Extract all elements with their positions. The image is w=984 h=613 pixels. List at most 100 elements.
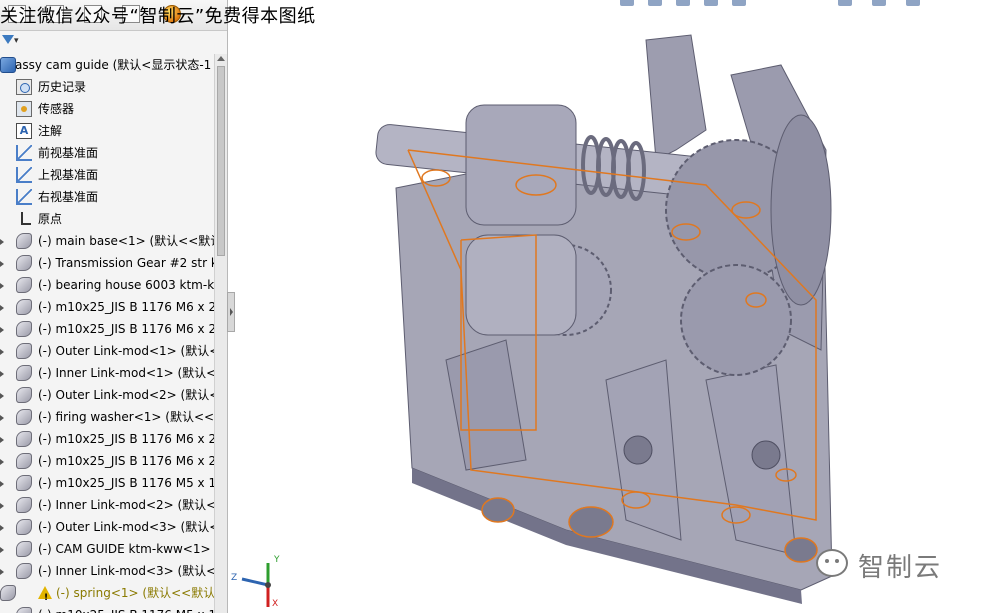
tree-item[interactable]: (-) m10x25_JIS B 1176 M6 x 2	[0, 296, 214, 318]
triad-z-label: Z	[231, 573, 238, 583]
bearing-house-lower	[465, 234, 577, 336]
part-icon	[16, 453, 32, 469]
expand-arrow-icon[interactable]	[0, 261, 4, 267]
expand-arrow-icon[interactable]	[0, 305, 4, 311]
part-icon	[16, 365, 32, 381]
tree-item-label: (-) m10x25_JIS B 1176 M6 x 2	[38, 300, 214, 314]
cam-disk	[770, 114, 832, 306]
tree-scrollbar[interactable]	[214, 54, 227, 613]
tree-item[interactable]: 原点	[0, 208, 214, 230]
tree-item-label: (-) bearing house 6003 ktm-kw	[38, 278, 214, 292]
part-icon	[16, 255, 32, 271]
tree-item-label: 前视基准面	[38, 146, 99, 160]
assembly-model-render[interactable]	[236, 0, 984, 613]
tree-item-label: 上视基准面	[38, 168, 99, 182]
expand-arrow-icon[interactable]	[0, 481, 4, 487]
expand-arrow-icon[interactable]	[0, 437, 4, 443]
tree-item[interactable]: A 注解	[0, 120, 214, 142]
graphics-viewport[interactable]: 智制云	[236, 0, 984, 613]
triad-y-label: Y	[274, 555, 280, 565]
tree-item-label: (-) m10x25_JIS B 1176 M6 x 2	[38, 454, 214, 468]
tree-item[interactable]: (-) Outer Link-mod<2> (默认<	[0, 384, 214, 406]
expand-arrow-icon[interactable]	[0, 569, 4, 575]
part-icon	[16, 475, 32, 491]
tree-item[interactable]: (-) m10x25_JIS B 1176 M6 x 2	[0, 450, 214, 472]
assembly-icon	[0, 57, 16, 73]
expand-arrow-icon[interactable]	[0, 525, 4, 531]
expand-arrow-icon[interactable]	[0, 459, 4, 465]
expand-arrow-icon[interactable]	[0, 547, 4, 553]
part-icon	[16, 409, 32, 425]
tree-item[interactable]: (-) Outer Link-mod<3> (默认<	[0, 516, 214, 538]
tree-item[interactable]: (-) Inner Link-mod<3> (默认<	[0, 560, 214, 582]
tree-item-label: (-) Inner Link-mod<2> (默认<	[38, 498, 214, 512]
tree-item[interactable]: 历史记录	[0, 76, 214, 98]
tree-item[interactable]: (-) Outer Link-mod<1> (默认<	[0, 340, 214, 362]
scroll-up-icon[interactable]	[217, 56, 225, 61]
tree-item[interactable]: 右视基准面	[0, 186, 214, 208]
annotation-icon: A	[16, 123, 32, 139]
tree-item[interactable]: (-) firing washer<1> (默认<<默	[0, 406, 214, 428]
part-icon	[16, 541, 32, 557]
tree-item-label: 历史记录	[38, 80, 87, 94]
tree-item-label: (-) m10x25_JIS B 1176 M5 x 1	[38, 476, 214, 490]
tree-item[interactable]: (-) bearing house 6003 ktm-kw	[0, 274, 214, 296]
tree-item[interactable]: (-) Inner Link-mod<1> (默认<	[0, 362, 214, 384]
history-icon	[16, 79, 32, 95]
tree-item-label: (-) spring<1> (默认<<默认	[56, 586, 214, 600]
tree-item[interactable]: (-) CAM GUIDE ktm-kww<1>	[0, 538, 214, 560]
scroll-thumb[interactable]	[217, 66, 225, 256]
tree-item[interactable]: (-) Inner Link-mod<2> (默认<	[0, 494, 214, 516]
part-icon	[16, 387, 32, 403]
wechat-watermark-text: 关注微信公众号“智制云”免费得本图纸	[0, 6, 316, 27]
tree-item[interactable]: (-) m10x25_JIS B 1176 M6 x 2	[0, 318, 214, 340]
brand-watermark: 智制云	[816, 545, 976, 585]
plane-icon	[16, 145, 32, 161]
expand-arrow-icon[interactable]	[0, 283, 4, 289]
tree-item-label: (-) Outer Link-mod<3> (默认<	[38, 520, 214, 534]
tree-item[interactable]: 前视基准面	[0, 142, 214, 164]
tree-item[interactable]: ! (-) spring<1> (默认<<默认	[0, 582, 214, 604]
tree-item[interactable]: (-) Transmission Gear #2 str k	[0, 252, 214, 274]
tree-item-label: assy cam guide (默认<显示状态-1	[15, 58, 212, 72]
tree-item-label: 原点	[38, 212, 63, 226]
expand-arrow-icon[interactable]	[0, 393, 4, 399]
part-icon	[16, 321, 32, 337]
warning-mark: !	[44, 593, 49, 603]
gear-lower	[680, 264, 792, 376]
part-icon	[0, 585, 16, 601]
expand-arrow-icon[interactable]	[0, 371, 4, 377]
tree-item[interactable]: (-) m10x25_JIS B 1176 M5 x 1	[0, 604, 214, 613]
part-icon	[16, 431, 32, 447]
panel-collapse-handle[interactable]	[227, 292, 235, 332]
tree-item-label: (-) Inner Link-mod<3> (默认<	[38, 564, 214, 578]
tree-item[interactable]: 传感器	[0, 98, 214, 120]
filter-icon[interactable]	[2, 35, 14, 44]
tree-item-label: (-) m10x25_JIS B 1176 M6 x 2	[38, 322, 214, 336]
upright-left	[645, 34, 707, 161]
tree-item[interactable]: 上视基准面	[0, 164, 214, 186]
origin-icon	[16, 211, 32, 227]
tree-item[interactable]: (-) main base<1> (默认<<默认	[0, 230, 214, 252]
plane-icon	[16, 167, 32, 183]
chevron-down-icon[interactable]: ▾	[14, 36, 19, 46]
tree-item[interactable]: (-) m10x25_JIS B 1176 M6 x 2	[0, 428, 214, 450]
part-icon	[16, 607, 32, 613]
tree-item-label: (-) CAM GUIDE ktm-kww<1>	[38, 542, 211, 556]
tree-item[interactable]: (-) m10x25_JIS B 1176 M5 x 1	[0, 472, 214, 494]
expand-arrow-icon[interactable]	[0, 415, 4, 421]
expand-arrow-icon[interactable]	[0, 327, 4, 333]
expand-arrow-icon[interactable]	[0, 239, 4, 245]
tree-filter[interactable]: ▾	[0, 33, 220, 53]
tree-item-label: (-) m10x25_JIS B 1176 M6 x 2	[38, 432, 214, 446]
brand-name: 智制云	[858, 553, 943, 583]
tree-root-assembly[interactable]: assy cam guide (默认<显示状态-1	[0, 54, 214, 76]
part-icon	[16, 277, 32, 293]
tree-item-label: (-) m10x25_JIS B 1176 M5 x 1	[38, 604, 214, 613]
part-icon	[16, 299, 32, 315]
expand-arrow-icon[interactable]	[0, 503, 4, 509]
tree-item-label: (-) Transmission Gear #2 str k	[38, 256, 214, 270]
expand-arrow-icon[interactable]	[0, 349, 4, 355]
tree-item-label: 注解	[38, 124, 63, 138]
tree-item-label: (-) Inner Link-mod<1> (默认<	[38, 366, 214, 380]
